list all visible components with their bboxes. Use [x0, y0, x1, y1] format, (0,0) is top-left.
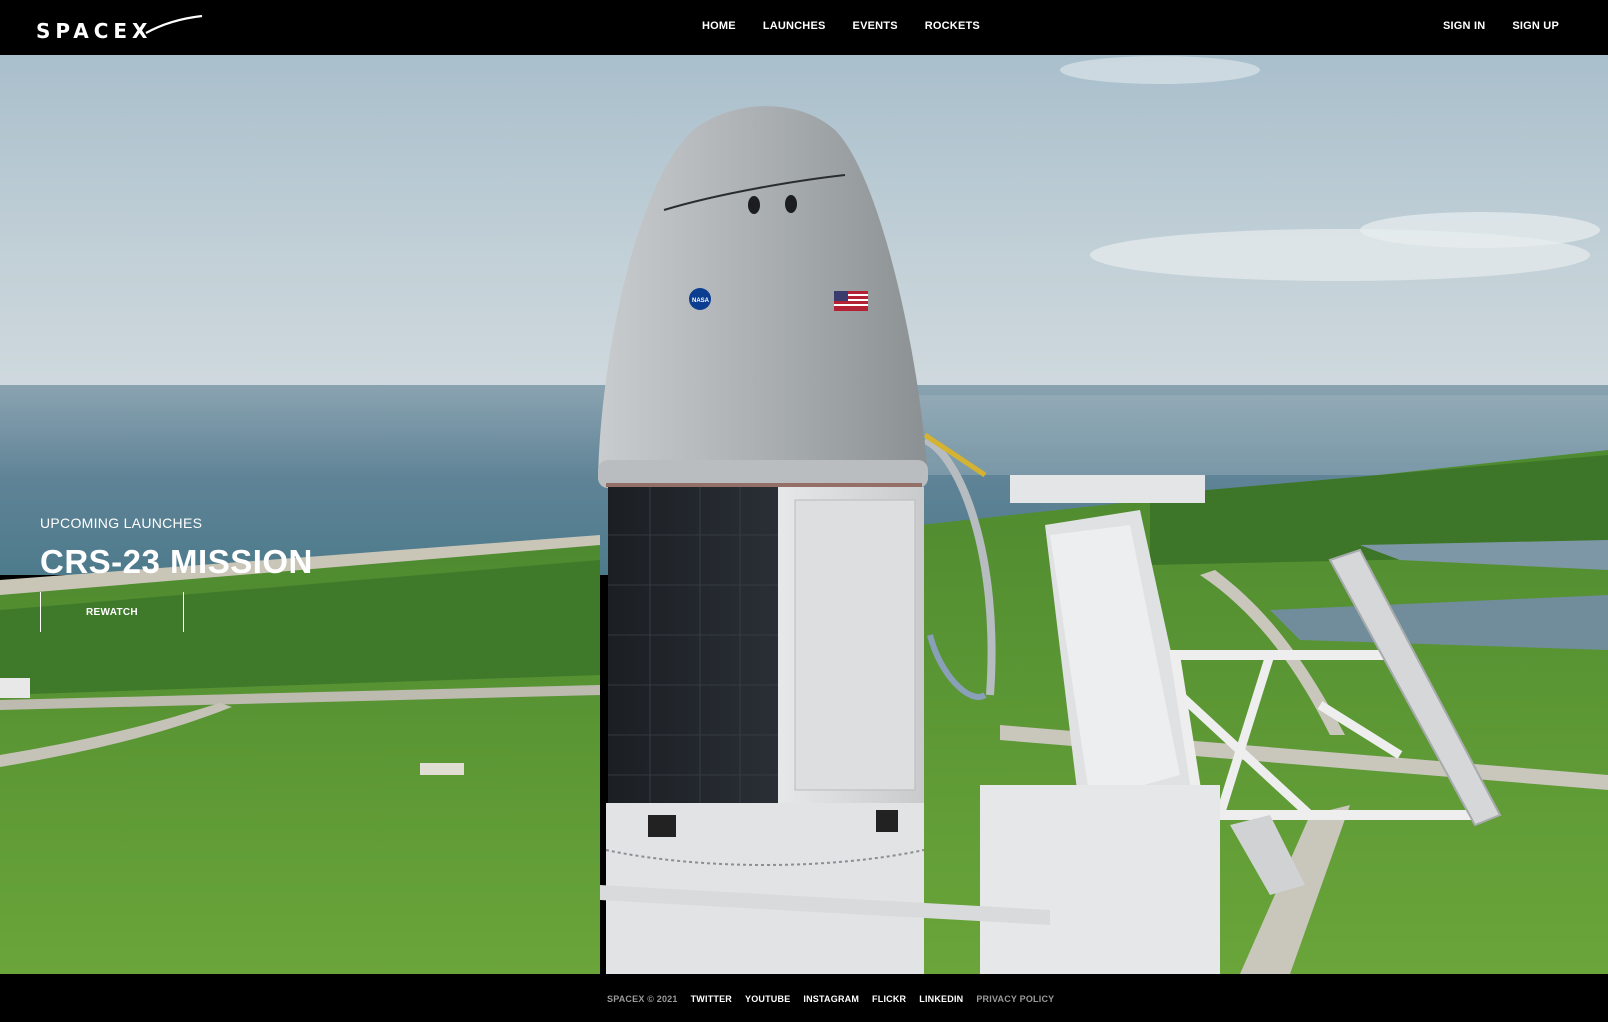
spacex-logo[interactable]: SPACEX	[36, 15, 203, 43]
rewatch-button[interactable]: REWATCH	[40, 592, 184, 632]
sign-in-link[interactable]: SIGN IN	[1443, 20, 1485, 32]
nav-item-launches[interactable]: LAUNCHES	[763, 20, 826, 32]
footer-link-instagram[interactable]: INSTAGRAM	[803, 994, 859, 1004]
footer-links: SPACEX © 2021 TWITTER YOUTUBE INSTAGRAM …	[607, 994, 1054, 1004]
site-footer: SPACEX © 2021 TWITTER YOUTUBE INSTAGRAM …	[0, 974, 1608, 1022]
auth-links: SIGN IN SIGN UP	[1443, 20, 1559, 32]
logo-text: SPACEX	[36, 19, 153, 43]
footer-link-linkedin[interactable]: LINKEDIN	[919, 994, 963, 1004]
footer-link-youtube[interactable]: YOUTUBE	[745, 994, 790, 1004]
nav-item-events[interactable]: EVENTS	[853, 20, 898, 32]
sign-up-link[interactable]: SIGN UP	[1512, 20, 1559, 32]
us-flag-icon	[834, 291, 868, 311]
nav-item-home[interactable]: HOME	[702, 20, 736, 32]
nasa-logo-text: NASA	[692, 298, 710, 304]
logo-swoosh-icon	[145, 15, 203, 34]
mission-info: UPCOMING LAUNCHES CRS-23 MISSION	[40, 515, 313, 581]
copyright-text: SPACEX © 2021	[607, 994, 678, 1004]
site-header: SPACEX HOME LAUNCHES EVENTS ROCKETS SIGN…	[0, 0, 1608, 55]
main-nav: HOME LAUNCHES EVENTS ROCKETS	[702, 20, 980, 32]
hero-section: NASA UPCOMING LAUNCHES CRS-23 MISSION RE…	[0, 55, 1608, 974]
mission-subtitle: UPCOMING LAUNCHES	[40, 515, 203, 531]
footer-link-twitter[interactable]: TWITTER	[691, 994, 732, 1004]
footer-link-privacy-policy[interactable]: PRIVACY POLICY	[976, 994, 1054, 1004]
nav-item-rockets[interactable]: ROCKETS	[925, 20, 980, 32]
mission-title: CRS-23 MISSION	[40, 543, 313, 580]
footer-link-flickr[interactable]: FLICKR	[872, 994, 906, 1004]
